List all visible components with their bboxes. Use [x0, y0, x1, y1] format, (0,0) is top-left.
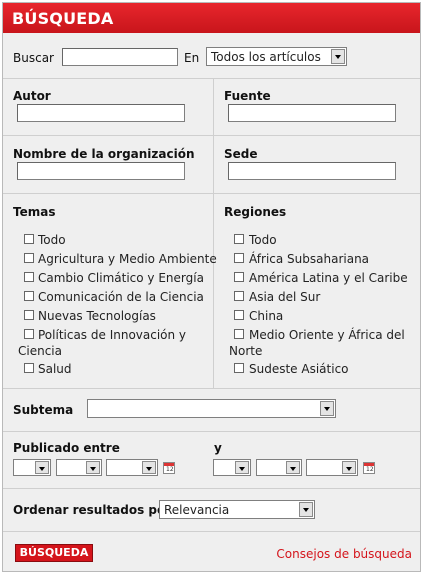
- search-scope-label: En: [184, 51, 200, 65]
- region-label-latin-america: América Latina y el Caribe: [249, 271, 408, 285]
- from-year-select[interactable]: [106, 459, 158, 476]
- search-label: Buscar: [13, 51, 54, 65]
- theme-checkbox-health[interactable]: [24, 363, 34, 373]
- divider: [3, 388, 420, 389]
- chevron-down-icon[interactable]: [286, 461, 300, 474]
- divider: [3, 488, 420, 489]
- chevron-down-icon[interactable]: [235, 461, 249, 474]
- divider: [3, 431, 420, 432]
- search-input[interactable]: [62, 48, 178, 66]
- region-label-middle-east-cont: Norte: [229, 344, 263, 358]
- author-input[interactable]: [17, 104, 185, 122]
- panel-title: BÚSQUEDA: [12, 9, 114, 28]
- sort-label: Ordenar resultados por: [13, 503, 172, 517]
- theme-label-innovation-policy-cont: Ciencia: [18, 344, 62, 358]
- chevron-down-icon[interactable]: [299, 502, 313, 517]
- calendar-icon-day: 12: [166, 466, 174, 473]
- published-and-label: y: [214, 441, 222, 455]
- divider: [3, 78, 420, 79]
- region-checkbox-southeast-asia[interactable]: [234, 363, 244, 373]
- region-label-middle-east: Medio Oriente y África del: [249, 328, 405, 342]
- from-day-select[interactable]: [13, 459, 51, 476]
- region-checkbox-subsaharan-africa[interactable]: [234, 253, 244, 263]
- region-checkbox-middle-east[interactable]: [234, 329, 244, 339]
- subtheme-label: Subtema: [13, 403, 74, 417]
- calendar-icon-day: 12: [366, 466, 374, 473]
- theme-label-all: Todo: [38, 233, 66, 247]
- calendar-icon[interactable]: 12: [163, 462, 175, 474]
- chevron-down-icon[interactable]: [86, 461, 100, 474]
- headquarters-input[interactable]: [228, 162, 396, 180]
- theme-label-climate: Cambio Climático y Energía: [38, 271, 204, 285]
- theme-checkbox-science-communication[interactable]: [24, 291, 34, 301]
- column-divider: [213, 79, 214, 389]
- from-month-select[interactable]: [56, 459, 102, 476]
- to-year-select[interactable]: [306, 459, 358, 476]
- source-input[interactable]: [228, 104, 396, 122]
- to-month-select[interactable]: [256, 459, 302, 476]
- themes-label: Temas: [13, 205, 56, 219]
- search-scope-select[interactable]: Todos los artículos: [206, 47, 347, 66]
- sort-value: Relevancia: [164, 503, 230, 517]
- published-between-label: Publicado entre: [13, 441, 120, 455]
- author-label: Autor: [13, 89, 51, 103]
- sort-select[interactable]: Relevancia: [159, 500, 315, 519]
- source-label: Fuente: [224, 89, 271, 103]
- calendar-icon[interactable]: 12: [363, 462, 375, 474]
- organization-input[interactable]: [17, 162, 185, 180]
- search-panel: BÚSQUEDA Buscar En Todos los artículos A…: [2, 2, 421, 572]
- region-label-all: Todo: [249, 233, 277, 247]
- to-day-select[interactable]: [213, 459, 251, 476]
- theme-checkbox-new-tech[interactable]: [24, 310, 34, 320]
- search-tips-link[interactable]: Consejos de búsqueda: [276, 547, 412, 561]
- chevron-down-icon[interactable]: [320, 401, 334, 416]
- theme-label-agriculture: Agricultura y Medio Ambiente: [38, 252, 217, 266]
- theme-label-new-tech: Nuevas Tecnologías: [38, 309, 156, 323]
- regions-label: Regiones: [224, 205, 287, 219]
- organization-label: Nombre de la organización: [13, 147, 195, 161]
- chevron-down-icon[interactable]: [35, 461, 49, 474]
- panel-header: BÚSQUEDA: [3, 3, 420, 33]
- region-label-south-asia: Asia del Sur: [249, 290, 321, 304]
- region-checkbox-latin-america[interactable]: [234, 272, 244, 282]
- region-checkbox-china[interactable]: [234, 310, 244, 320]
- search-scope-value: Todos los artículos: [211, 50, 321, 64]
- subtheme-select[interactable]: [87, 399, 336, 418]
- region-checkbox-south-asia[interactable]: [234, 291, 244, 301]
- theme-checkbox-climate[interactable]: [24, 272, 34, 282]
- headquarters-label: Sede: [224, 147, 258, 161]
- region-checkbox-all[interactable]: [234, 234, 244, 244]
- divider: [3, 193, 420, 194]
- divider: [3, 531, 420, 532]
- theme-checkbox-agriculture[interactable]: [24, 253, 34, 263]
- theme-checkbox-innovation-policy[interactable]: [24, 329, 34, 339]
- theme-label-innovation-policy: Políticas de Innovación y: [38, 328, 187, 342]
- theme-checkbox-all[interactable]: [24, 234, 34, 244]
- divider: [3, 135, 420, 136]
- theme-label-science-communication: Comunicación de la Ciencia: [38, 290, 204, 304]
- chevron-down-icon[interactable]: [331, 49, 345, 64]
- chevron-down-icon[interactable]: [142, 461, 156, 474]
- theme-label-health: Salud: [38, 362, 72, 376]
- search-button[interactable]: BÚSQUEDA: [15, 544, 93, 562]
- region-label-subsaharan-africa: África Subsahariana: [249, 252, 370, 266]
- region-label-china: China: [249, 309, 284, 323]
- chevron-down-icon[interactable]: [342, 461, 356, 474]
- region-label-southeast-asia: Sudeste Asiático: [249, 362, 349, 376]
